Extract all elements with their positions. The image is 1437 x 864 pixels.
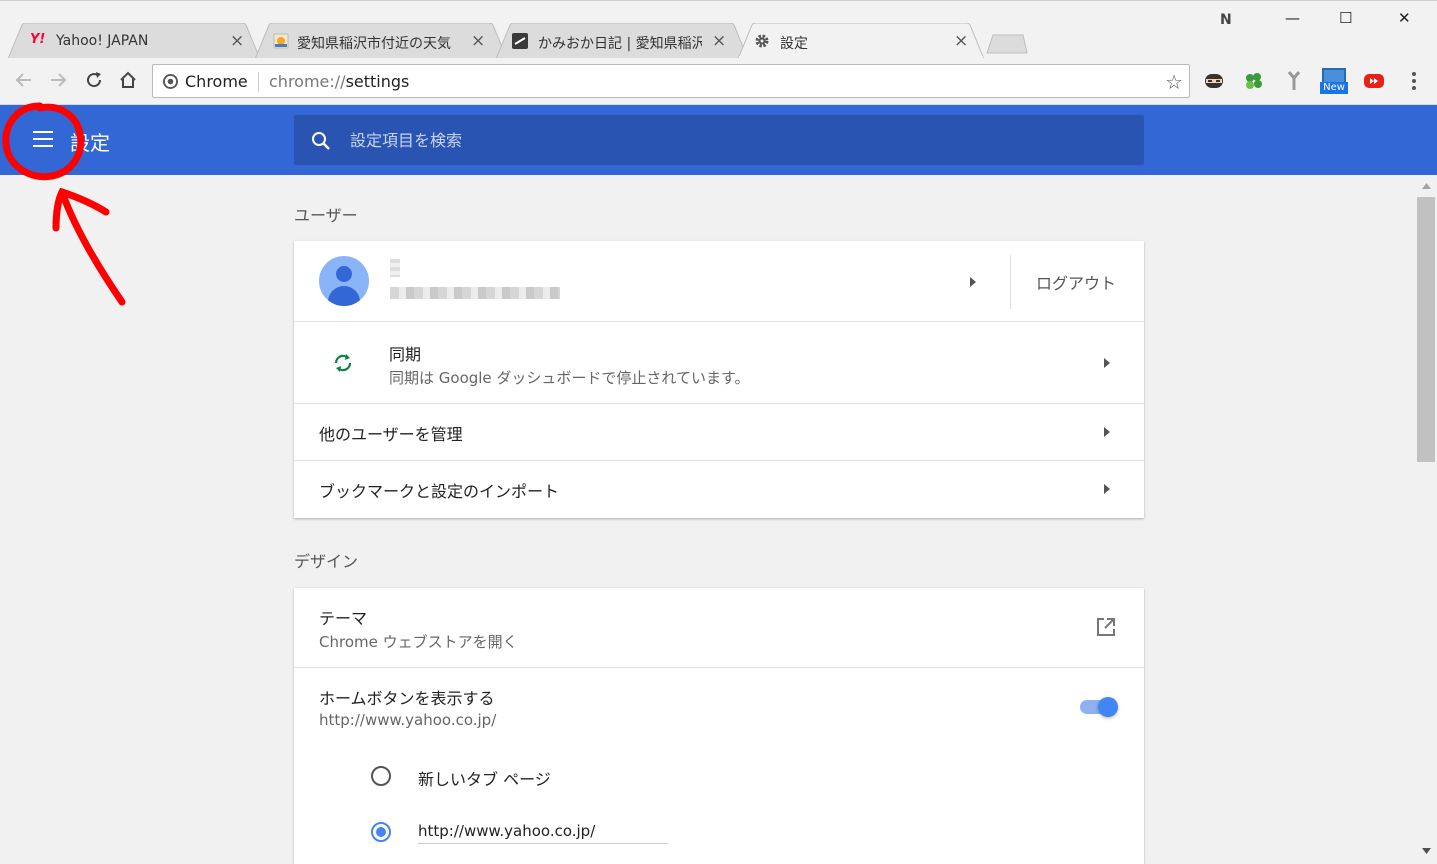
- omnibox-separator: [258, 72, 259, 92]
- avatar: [319, 256, 369, 306]
- tab-kamioka[interactable]: かみおか日記 | 愛知県稲沢 ×: [496, 23, 748, 59]
- home-url-input[interactable]: [418, 818, 668, 844]
- import-row[interactable]: ブックマークと設定のインポート: [294, 461, 1144, 518]
- chrome-logo-icon: [163, 74, 178, 89]
- reload-icon[interactable]: [84, 70, 104, 90]
- tab-settings[interactable]: 設定 ×: [738, 23, 984, 59]
- gear-icon: [755, 34, 769, 48]
- tab-weather[interactable]: 愛知県稲沢市付近の天気 ×: [255, 23, 507, 59]
- new-badge: New: [1320, 82, 1348, 94]
- home-toggle-knob[interactable]: [1098, 697, 1118, 717]
- sync-title: 同期: [389, 345, 422, 364]
- title-bar: Y! Yahoo! JAPAN × 愛知県稲沢市付近の天気 × かみおか日記 |…: [0, 0, 1437, 59]
- chevron-right-icon: [970, 277, 976, 287]
- settings-search[interactable]: [294, 115, 1144, 165]
- url-path: settings: [345, 72, 410, 91]
- scroll-up-icon[interactable]: [1422, 183, 1431, 189]
- close-window-button[interactable]: ✕: [1398, 9, 1411, 27]
- browser-toolbar: Chrome chrome://settings ☆ New: [0, 58, 1437, 105]
- profile-row[interactable]: ログアウト: [294, 241, 1144, 322]
- minimize-button[interactable]: —: [1285, 9, 1300, 27]
- tab-close-icon[interactable]: ×: [954, 31, 968, 51]
- hamburger-menu-icon[interactable]: [33, 131, 53, 147]
- import-label: ブックマークと設定のインポート: [319, 482, 560, 501]
- youtube-extension-icon[interactable]: [1363, 70, 1385, 92]
- tab-title: 愛知県稲沢市付近の天気: [297, 36, 451, 52]
- chevron-right-icon: [1104, 484, 1110, 494]
- section-title-users: ユーザー: [294, 206, 358, 225]
- tab-close-icon[interactable]: ×: [712, 31, 726, 51]
- weather-favicon-icon: [273, 33, 289, 49]
- yahoo-favicon-icon: Y!: [30, 32, 46, 47]
- radio-new-tab-label: 新しいタブ ページ: [418, 770, 551, 789]
- back-arrow-icon[interactable]: [14, 70, 34, 90]
- blog-favicon-icon: [512, 33, 528, 49]
- tab-title: 設定: [780, 36, 808, 52]
- extension-n-icon[interactable]: N: [1220, 12, 1232, 28]
- manage-users-label: 他のユーザーを管理: [319, 425, 463, 444]
- chevron-right-icon: [1104, 427, 1110, 437]
- design-card: テーマ Chrome ウェブストアを開く ホームボタンを表示する http://…: [294, 588, 1144, 864]
- chevron-right-icon: [1104, 358, 1110, 368]
- scrollbar-thumb[interactable]: [1417, 197, 1435, 462]
- bookmark-star-icon[interactable]: ☆: [1165, 70, 1183, 94]
- section-title-design: デザイン: [294, 552, 359, 571]
- row-divider: [1010, 255, 1011, 309]
- new-extension-icon[interactable]: New: [1320, 68, 1348, 96]
- profile-email-redacted: [390, 287, 560, 299]
- forward-arrow-icon[interactable]: [48, 70, 68, 90]
- manage-users-row[interactable]: 他のユーザーを管理: [294, 404, 1144, 461]
- url-scheme: chrome://: [269, 72, 346, 91]
- home-icon[interactable]: [118, 70, 138, 90]
- sync-icon: [334, 354, 352, 372]
- home-button-row: ホームボタンを表示する http://www.yahoo.co.jp/ 新しいタ…: [294, 668, 1144, 864]
- tab-yahoo[interactable]: Y! Yahoo! JAPAN ×: [8, 23, 260, 59]
- sync-subtitle: 同期は Google ダッシュボードで停止されています。: [389, 369, 750, 387]
- theme-row[interactable]: テーマ Chrome ウェブストアを開く: [294, 588, 1144, 668]
- url-text[interactable]: chrome://settings: [269, 72, 409, 91]
- settings-header: 設定: [0, 105, 1437, 175]
- profile-name-redacted: [390, 259, 400, 277]
- security-chip: Chrome: [185, 72, 248, 91]
- home-button-url: http://www.yahoo.co.jp/: [319, 711, 497, 729]
- tool-extension-icon[interactable]: [1284, 70, 1304, 92]
- kebab-menu-icon[interactable]: [1406, 70, 1422, 92]
- scroll-down-icon[interactable]: [1422, 848, 1431, 854]
- search-icon: [312, 132, 330, 150]
- sync-row[interactable]: 同期 同期は Google ダッシュボードで停止されています。: [294, 322, 1144, 404]
- page-title: 設定: [70, 131, 110, 155]
- clover-extension-icon[interactable]: [1243, 70, 1265, 92]
- tab-title: Yahoo! JAPAN: [56, 33, 149, 49]
- users-card: ログアウト 同期 同期は Google ダッシュボードで停止されています。 他の…: [294, 241, 1144, 518]
- new-tab-button[interactable]: [985, 33, 1029, 55]
- theme-title: テーマ: [319, 609, 368, 628]
- radio-custom-url[interactable]: [371, 822, 391, 842]
- search-input[interactable]: [350, 128, 1110, 152]
- ninja-extension-icon[interactable]: [1203, 70, 1225, 92]
- radio-new-tab[interactable]: [371, 766, 391, 786]
- logout-button[interactable]: ログアウト: [1036, 270, 1116, 294]
- address-bar[interactable]: Chrome chrome://settings ☆: [152, 64, 1190, 98]
- theme-subtitle: Chrome ウェブストアを開く: [319, 633, 518, 651]
- external-link-icon[interactable]: [1096, 617, 1116, 637]
- tab-title: かみおか日記 | 愛知県稲沢: [538, 36, 702, 52]
- home-button-title: ホームボタンを表示する: [319, 689, 495, 708]
- tab-close-icon[interactable]: ×: [471, 31, 485, 51]
- tab-close-icon[interactable]: ×: [230, 31, 244, 51]
- maximize-button[interactable]: ☐: [1339, 9, 1352, 27]
